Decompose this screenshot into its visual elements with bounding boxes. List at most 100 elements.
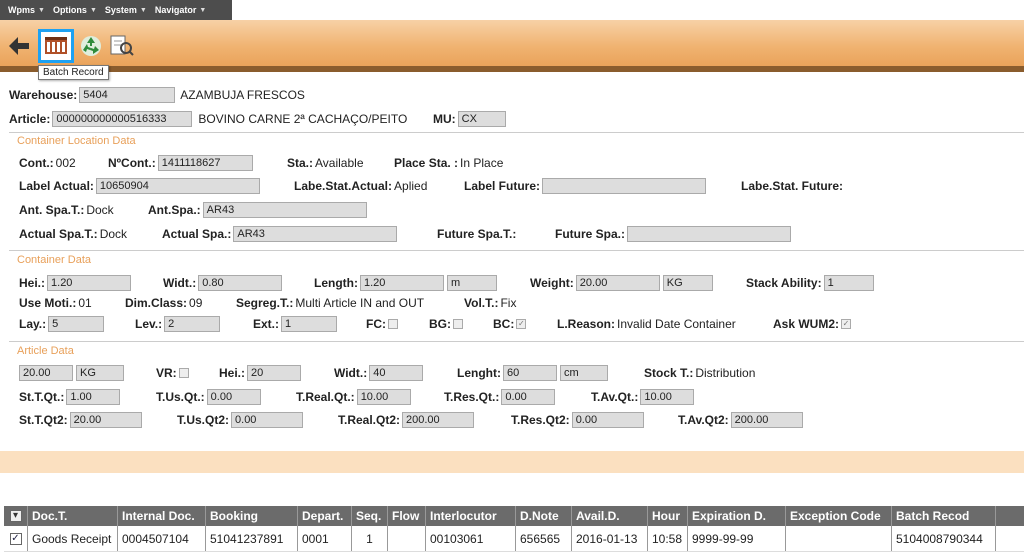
bg-label: BG: xyxy=(429,316,451,331)
cell-booking: 51041237891 xyxy=(206,526,298,551)
col-flow[interactable]: Flow xyxy=(388,506,426,526)
warehouse-input[interactable]: 5404 xyxy=(79,86,176,103)
ask-wum2-checkbox[interactable]: ✓ xyxy=(841,318,852,329)
lev-field: Lev.: 2 xyxy=(135,315,221,332)
select-all-toggle[interactable]: ▾ xyxy=(4,506,28,526)
col-internal-doc[interactable]: Internal Doc. xyxy=(118,506,206,526)
cell-dnote: 656565 xyxy=(516,526,572,551)
section-divider xyxy=(9,341,1024,342)
widt-input[interactable]: 0.80 xyxy=(198,274,283,291)
back-button[interactable] xyxy=(6,33,32,59)
labe-stat-actual-field: Labe.Stat.Actual: Aplied xyxy=(294,177,429,194)
tresqt-input[interactable]: 0.00 xyxy=(501,388,556,405)
art-qty-input[interactable]: 20.00 xyxy=(19,364,73,381)
art-lenght-input[interactable]: 60 xyxy=(503,364,557,381)
ant-spa-input[interactable]: AR43 xyxy=(202,201,367,218)
weight-label: Weight: xyxy=(530,275,574,290)
weight-unit-select[interactable]: KG xyxy=(662,274,713,291)
stack-ability-field: Stack Ability: 1 xyxy=(746,274,874,291)
sttqt-input[interactable]: 1.00 xyxy=(66,388,121,405)
bc-checkbox[interactable]: ✓ xyxy=(516,318,527,329)
art-hei-input[interactable]: 20 xyxy=(247,364,302,381)
col-expiration-d[interactable]: Expiration D. xyxy=(688,506,786,526)
col-interlocutor[interactable]: Interlocutor xyxy=(426,506,516,526)
actual-spa-field: Actual Spa.: AR43 xyxy=(162,225,398,242)
ncont-input[interactable]: 1411118627 xyxy=(157,154,253,171)
col-depart[interactable]: Depart. xyxy=(298,506,352,526)
arrow-left-icon xyxy=(9,37,29,55)
col-hour[interactable]: Hour xyxy=(648,506,688,526)
recycle-icon xyxy=(81,36,101,56)
weight-input[interactable]: 20.00 xyxy=(575,274,660,291)
cell-depart: 0001 xyxy=(298,526,352,551)
ext-input[interactable]: 1 xyxy=(281,315,338,332)
tusqt-input[interactable]: 0.00 xyxy=(206,388,261,405)
label-actual-input[interactable]: 10650904 xyxy=(95,177,260,194)
row-select[interactable]: ✓ xyxy=(4,526,28,551)
cell-exception-code xyxy=(786,526,892,551)
col-doc-t[interactable]: Doc.T. xyxy=(28,506,118,526)
col-avail-d[interactable]: Avail.D. xyxy=(572,506,648,526)
col-exception-code[interactable]: Exception Code xyxy=(786,506,892,526)
menu-label: System xyxy=(104,5,137,15)
volt-field: Vol.T.: Fix xyxy=(464,294,518,311)
tusqt-field: T.Us.Qt.: 0.00 xyxy=(156,388,261,405)
dim-class-field: Dim.Class: 09 xyxy=(125,294,204,311)
labe-stat-future-field: Labe.Stat. Future: xyxy=(741,177,845,194)
labe-stat-actual-value: Aplied xyxy=(394,178,428,193)
art-widt-input[interactable]: 40 xyxy=(369,364,424,381)
place-sta-field: Place Sta. : In Place xyxy=(394,154,505,171)
future-spa-t-label: Future Spa.T.: xyxy=(437,226,517,241)
warehouse-label: Warehouse: xyxy=(9,87,78,102)
actual-spa-input[interactable]: AR43 xyxy=(233,225,398,242)
lay-input[interactable]: 5 xyxy=(48,315,105,332)
bg-checkbox[interactable] xyxy=(453,318,463,329)
cell-doc-t: Goods Receipt xyxy=(28,526,118,551)
stock-t-label: Stock T.: xyxy=(644,365,694,380)
lreason-value: Invalid Date Container xyxy=(617,316,736,331)
col-booking[interactable]: Booking xyxy=(206,506,298,526)
trealqt2-input[interactable]: 200.00 xyxy=(402,411,475,428)
art-qty-unit-select[interactable]: KG xyxy=(76,364,124,381)
sttqt2-input[interactable]: 20.00 xyxy=(69,411,142,428)
col-batch-recod[interactable]: Batch Recod xyxy=(892,506,996,526)
menu-navigator[interactable]: Navigator ▼ xyxy=(151,5,210,15)
toolbar-divider xyxy=(0,66,1024,72)
mu-input[interactable]: CX xyxy=(457,110,506,127)
future-spa-input[interactable] xyxy=(627,225,792,242)
ant-spa-label: Ant.Spa.: xyxy=(148,202,201,217)
label-future-input[interactable] xyxy=(542,177,707,194)
col-seq[interactable]: Seq. xyxy=(352,506,388,526)
vr-checkbox[interactable] xyxy=(178,367,189,378)
tavqt2-input[interactable]: 200.00 xyxy=(730,411,803,428)
menu-wpms[interactable]: Wpms ▼ xyxy=(4,5,49,15)
future-spa-t-field: Future Spa.T.: xyxy=(437,225,518,242)
tresqt2-field: T.Res.Qt2: 0.00 xyxy=(511,411,644,428)
art-lenght-unit-select[interactable]: cm xyxy=(560,364,608,381)
recycle-button[interactable] xyxy=(78,33,104,59)
tresqt-field: T.Res.Qt.: 0.00 xyxy=(444,388,556,405)
hei-input[interactable]: 1.20 xyxy=(47,274,132,291)
trealqt-input[interactable]: 10.00 xyxy=(356,388,411,405)
tavqt-input[interactable]: 10.00 xyxy=(640,388,695,405)
length-input[interactable]: 1.20 xyxy=(360,274,444,291)
tusqt2-input[interactable]: 0.00 xyxy=(231,411,304,428)
stack-ability-input[interactable]: 1 xyxy=(823,274,874,291)
search-doc-button[interactable] xyxy=(109,33,135,59)
menu-system[interactable]: System ▼ xyxy=(101,5,151,15)
tusqt2-label: T.Us.Qt2: xyxy=(177,412,230,427)
col-dnote[interactable]: D.Note xyxy=(516,506,572,526)
widt-label: Widt.: xyxy=(163,275,197,290)
menu-options[interactable]: Options ▼ xyxy=(49,5,101,15)
table-row[interactable]: ✓ Goods Receipt 0004507104 51041237891 0… xyxy=(4,526,1024,552)
tooltip: Batch Record xyxy=(38,65,109,80)
length-unit-select[interactable]: m xyxy=(447,274,497,291)
batch-record-button[interactable] xyxy=(38,29,74,63)
cont-field: Cont.: 002 xyxy=(19,154,78,171)
segreg-label: Segreg.T.: xyxy=(236,295,294,310)
lev-input[interactable]: 2 xyxy=(164,315,221,332)
article-input[interactable]: 000000000000516333 xyxy=(52,110,193,127)
segreg-field: Segreg.T.: Multi Article IN and OUT xyxy=(236,294,426,311)
fc-checkbox[interactable] xyxy=(388,318,398,329)
tresqt2-input[interactable]: 0.00 xyxy=(571,411,644,428)
